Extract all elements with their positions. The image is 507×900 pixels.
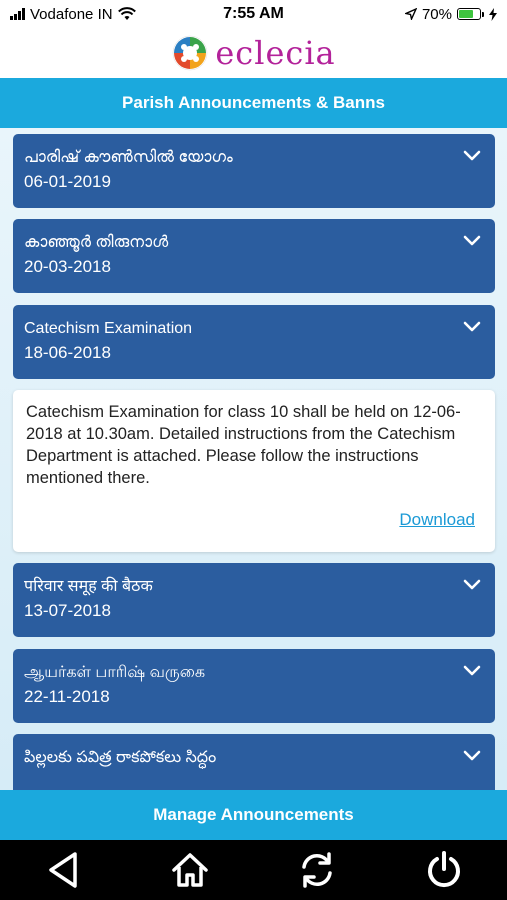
bottom-navigation: [0, 840, 507, 900]
page-title: Parish Announcements & Banns: [122, 93, 385, 112]
announcement-body: Catechism Examination for class 10 shall…: [26, 403, 461, 487]
manage-announcements-label: Manage Announcements: [153, 805, 354, 824]
announcement-item[interactable]: ஆயர்கள் பாரிஷ் வருகை 22-11-2018: [13, 649, 495, 723]
page-title-bar: Parish Announcements & Banns: [0, 78, 507, 128]
announcement-date: 06-01-2019: [24, 172, 111, 191]
announcement-title: പാരിഷ് കൗൺസിൽ യോഗം: [24, 149, 233, 166]
home-button[interactable]: [160, 845, 220, 895]
location-arrow-icon: [404, 8, 417, 20]
app-screen: Vodafone IN 7:55 AM 70% eclecia Parish A…: [0, 0, 507, 900]
status-left: Vodafone IN: [10, 6, 190, 23]
wifi-icon: [117, 7, 136, 20]
back-button[interactable]: [33, 845, 93, 895]
chevron-down-icon[interactable]: [463, 665, 481, 677]
status-time: 7:55 AM: [223, 5, 284, 22]
chevron-down-icon[interactable]: [463, 750, 481, 762]
charging-icon: [488, 7, 497, 21]
status-right: 70%: [317, 6, 497, 23]
refresh-button[interactable]: [287, 845, 347, 895]
announcements-list[interactable]: പാരിഷ് കൗൺസിൽ യോഗം 06-01-2019 കാഞ്ഞൂർ തി…: [0, 128, 507, 790]
announcement-date: 13-07-2018: [24, 601, 111, 620]
announcement-date: 22-11-2018: [24, 687, 110, 706]
announcement-item[interactable]: കാഞ്ഞൂർ തിരുനാൾ 20-03-2018: [13, 219, 495, 293]
power-button[interactable]: [414, 845, 474, 895]
app-logo: eclecia: [0, 28, 507, 78]
announcement-title: ஆயர்கள் பாரிஷ் வருகை: [24, 664, 206, 681]
power-icon: [427, 851, 460, 888]
announcement-date: 18-06-2018: [24, 343, 111, 362]
announcement-item[interactable]: പാരിഷ് കൗൺസിൽ യോഗം 06-01-2019: [13, 134, 495, 208]
download-link[interactable]: Download: [399, 510, 475, 530]
announcement-title: परिवार समूह की बैठक: [24, 578, 153, 595]
chevron-down-icon[interactable]: [463, 150, 481, 162]
carrier-name: Vodafone IN: [30, 5, 113, 23]
signal-icon: [10, 8, 25, 20]
back-triangle-icon: [49, 852, 78, 888]
chevron-down-icon[interactable]: [463, 235, 481, 247]
app-name: eclecia: [215, 34, 336, 72]
chevron-down-icon[interactable]: [463, 579, 481, 591]
announcement-title: పిల్లలకు పవిత్ర రాకపోకలు సిద్ధం: [24, 749, 217, 766]
battery-icon: [456, 8, 484, 20]
status-bar: Vodafone IN 7:55 AM 70%: [0, 0, 507, 28]
announcement-title: Catechism Examination: [24, 320, 193, 337]
announcement-date: 20-03-2018: [24, 257, 111, 276]
announcement-item[interactable]: परिवार समूह की बैठक 13-07-2018: [13, 563, 495, 637]
home-icon: [172, 853, 208, 887]
announcement-item[interactable]: పిల్లలకు పవిత్ర రాకపోకలు సిద్ధం: [13, 734, 495, 790]
battery-percent: 70%: [421, 5, 452, 23]
announcement-item[interactable]: Catechism Examination 18-06-2018: [13, 305, 495, 379]
manage-announcements-button[interactable]: Manage Announcements: [0, 790, 507, 840]
refresh-icon: [302, 852, 332, 888]
eclecia-logo-icon: [173, 35, 208, 71]
announcement-detail: Catechism Examination for class 10 shall…: [13, 390, 495, 552]
announcement-title: കാഞ്ഞൂർ തിരുനാൾ: [24, 234, 169, 251]
chevron-down-icon[interactable]: [463, 321, 481, 333]
